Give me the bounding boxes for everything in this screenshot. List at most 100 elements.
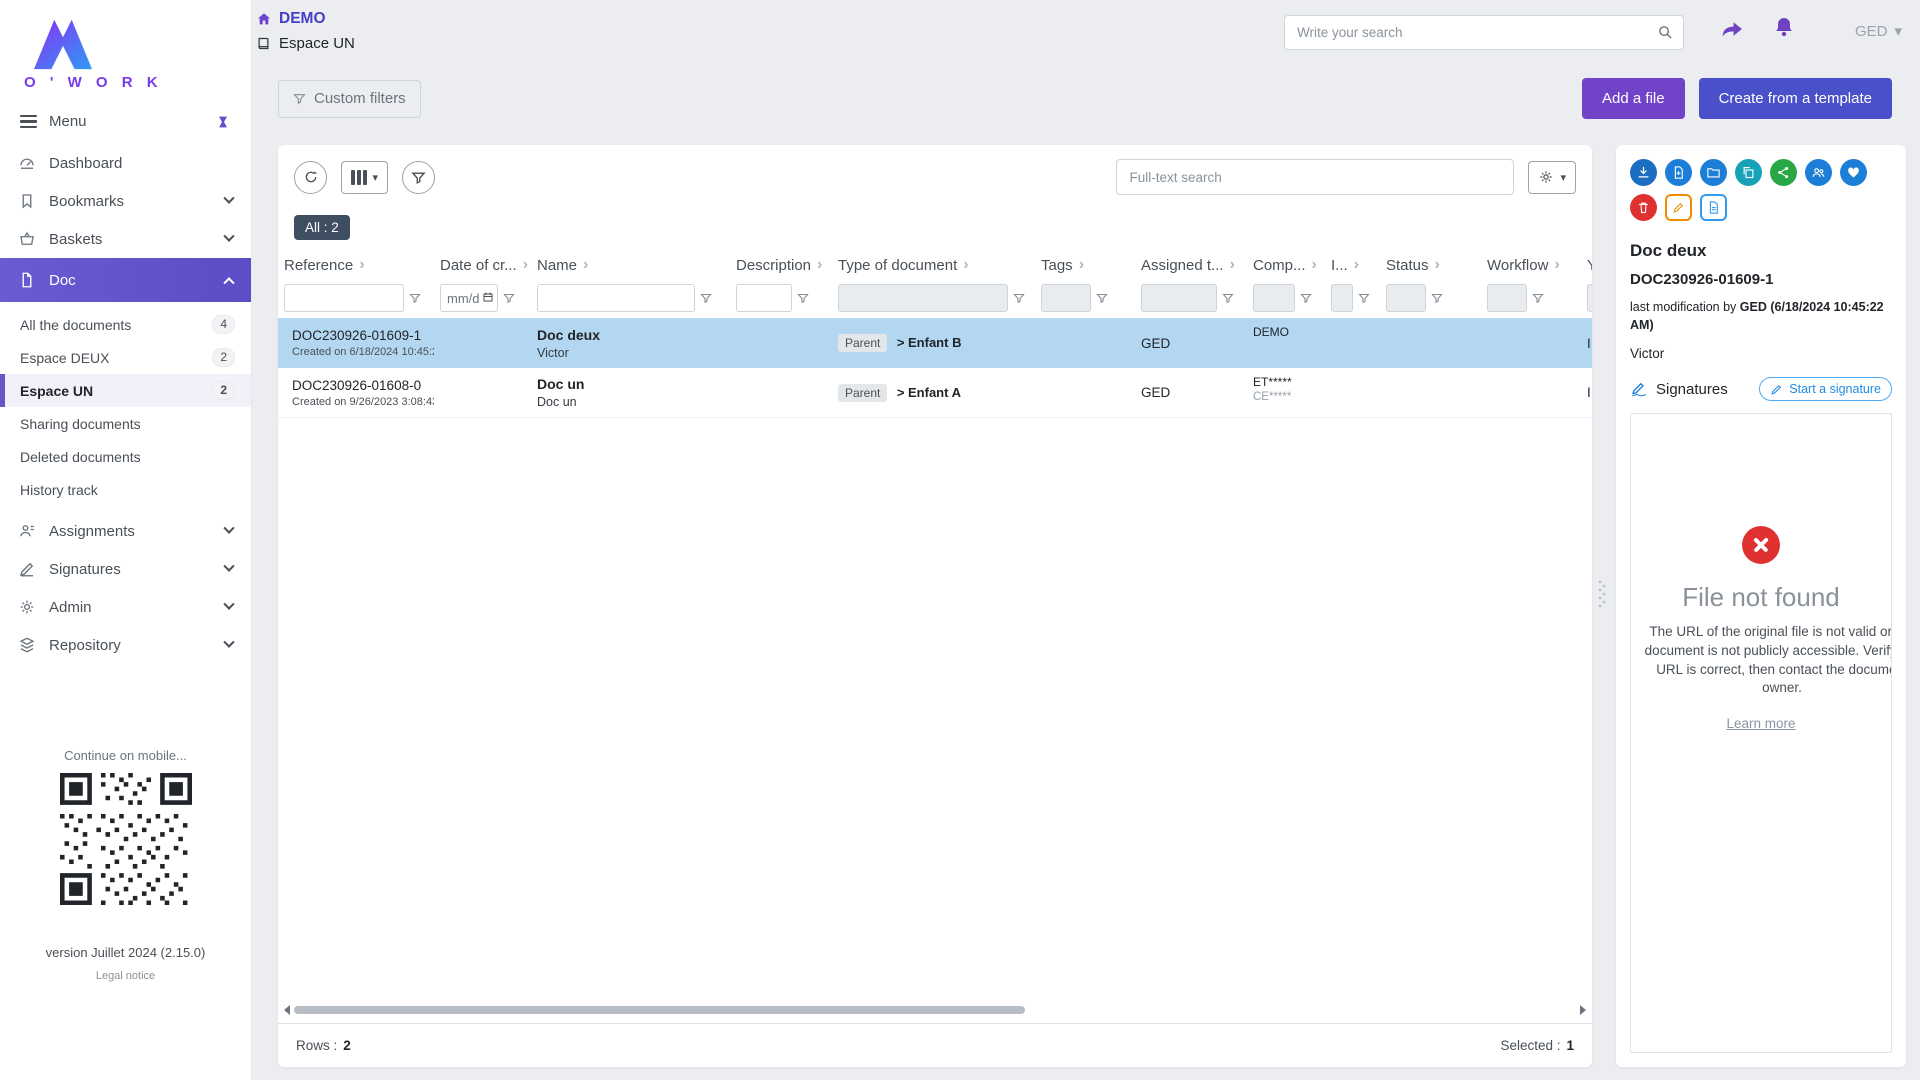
notifications-bell-icon[interactable]	[1772, 15, 1796, 39]
sidebar-subitem-history-track[interactable]: History track	[0, 473, 251, 506]
column-header-y[interactable]: Y...	[1581, 252, 1592, 278]
user-menu[interactable]: GED ▾	[1855, 22, 1902, 40]
table-row[interactable]: DOC230926-01608-0 Created on 9/26/2023 3…	[278, 368, 1592, 418]
sort-icon[interactable]: ›	[359, 256, 364, 274]
filter-funnel-icon[interactable]	[1532, 292, 1544, 304]
sidebar-item-dashboard[interactable]: Dashboard	[0, 144, 251, 182]
filter-funnel-icon[interactable]	[797, 292, 809, 304]
properties-button[interactable]	[1700, 194, 1727, 221]
sidebar-item-admin[interactable]: Admin	[0, 588, 251, 626]
add-file-button[interactable]: Add a file	[1582, 78, 1685, 119]
sidebar-subitem-espace-un[interactable]: Espace UN 2	[0, 374, 251, 407]
hamburger-menu-icon[interactable]	[20, 115, 37, 129]
column-header-status[interactable]: Status›	[1380, 252, 1481, 278]
date-filter-input[interactable]	[440, 284, 498, 312]
workflow-filter-input[interactable]	[1487, 284, 1527, 312]
legal-notice-link[interactable]: Legal notice	[96, 970, 155, 982]
type-filter-input[interactable]	[838, 284, 1008, 312]
sort-icon[interactable]: ›	[1554, 256, 1559, 274]
sidebar-subitem-espace-deux[interactable]: Espace DEUX 2	[0, 341, 251, 374]
company-filter-input[interactable]	[1253, 284, 1295, 312]
filter-funnel-icon[interactable]	[1300, 292, 1312, 304]
description-filter-input[interactable]	[736, 284, 792, 312]
filter-funnel-icon[interactable]	[409, 292, 421, 304]
workspace-crumb[interactable]: DEMO	[256, 10, 355, 28]
start-signature-button[interactable]: Start a signature	[1759, 377, 1892, 401]
sort-icon[interactable]: ›	[1435, 256, 1440, 274]
filter-funnel-icon[interactable]	[700, 292, 712, 304]
sidebar-item-doc[interactable]: Doc	[0, 258, 251, 302]
column-header-company[interactable]: Comp...›	[1247, 252, 1325, 278]
edit-button[interactable]	[1665, 194, 1692, 221]
learn-more-link[interactable]: Learn more	[1726, 716, 1795, 731]
download-button[interactable]	[1630, 159, 1657, 186]
column-header-tags[interactable]: Tags›	[1035, 252, 1135, 278]
column-header-name[interactable]: Name›	[531, 252, 730, 278]
favorite-heart-button[interactable]	[1840, 159, 1867, 186]
mobile-hint: Continue on mobile...	[0, 748, 251, 763]
users-button[interactable]	[1805, 159, 1832, 186]
sort-icon[interactable]: ›	[1312, 256, 1317, 274]
filter-funnel-icon[interactable]	[1431, 292, 1443, 304]
pin-sidebar-icon[interactable]	[215, 114, 231, 130]
sort-icon[interactable]: ›	[1079, 256, 1084, 274]
column-header-i[interactable]: I...›	[1325, 252, 1380, 278]
filter-funnel-icon[interactable]	[1358, 292, 1370, 304]
table-settings-button[interactable]: ▾	[1528, 161, 1576, 194]
columns-button[interactable]: ▾	[341, 161, 388, 194]
i-filter-input[interactable]	[1331, 284, 1353, 312]
name-filter-input[interactable]	[537, 284, 695, 312]
tags-filter-input[interactable]	[1041, 284, 1091, 312]
sidebar-item-bookmarks[interactable]: Bookmarks	[0, 182, 251, 220]
column-header-type[interactable]: Type of document›	[832, 252, 1035, 278]
sort-icon[interactable]: ›	[1354, 256, 1359, 274]
filter-funnel-icon[interactable]	[503, 292, 515, 304]
horizontal-scrollbar[interactable]	[284, 1003, 1586, 1017]
filter-funnel-icon[interactable]	[1222, 292, 1234, 304]
share-button[interactable]	[1720, 17, 1745, 42]
sidebar-item-signatures[interactable]: Signatures	[0, 550, 251, 588]
sort-icon[interactable]: ›	[583, 256, 588, 274]
sidebar-item-repository[interactable]: Repository	[0, 626, 251, 664]
filters-button[interactable]	[402, 161, 435, 194]
table-row[interactable]: DOC230926-01609-1 Created on 6/18/2024 1…	[278, 318, 1592, 368]
refresh-button[interactable]	[294, 161, 327, 194]
fulltext-search-input[interactable]	[1116, 159, 1514, 195]
scroll-right-arrow[interactable]	[1580, 1005, 1586, 1015]
sort-icon[interactable]: ›	[523, 256, 528, 274]
scroll-left-arrow[interactable]	[284, 1005, 290, 1015]
sidebar-subitem-sharing-documents[interactable]: Sharing documents	[0, 407, 251, 440]
sidebar-item-assignments[interactable]: Assignments	[0, 512, 251, 550]
filter-funnel-icon[interactable]	[1096, 292, 1108, 304]
status-filter-input[interactable]	[1386, 284, 1426, 312]
column-header-date[interactable]: Date of cr...›	[434, 252, 531, 278]
sort-icon[interactable]: ›	[963, 256, 968, 274]
sort-icon[interactable]: ›	[817, 256, 822, 274]
sidebar-subitem-deleted-documents[interactable]: Deleted documents	[0, 440, 251, 473]
reference-filter-input[interactable]	[284, 284, 404, 312]
custom-filters-button[interactable]: Custom filters	[278, 80, 421, 118]
scrollbar-track[interactable]	[294, 1005, 1576, 1015]
search-icon[interactable]	[1657, 24, 1674, 41]
column-header-description[interactable]: Description›	[730, 252, 832, 278]
create-from-template-button[interactable]: Create from a template	[1699, 78, 1892, 119]
open-folder-button[interactable]	[1700, 159, 1727, 186]
column-header-reference[interactable]: Reference›	[278, 252, 434, 278]
filter-funnel-icon[interactable]	[1013, 292, 1025, 304]
column-header-assigned[interactable]: Assigned t...›	[1135, 252, 1247, 278]
global-search-input[interactable]	[1284, 15, 1684, 50]
delete-button[interactable]	[1630, 194, 1657, 221]
panel-resize-handle[interactable]	[1598, 578, 1606, 610]
y-filter-input[interactable]	[1587, 284, 1592, 312]
new-version-button[interactable]	[1665, 159, 1692, 186]
share-nodes-button[interactable]	[1770, 159, 1797, 186]
column-header-workflow[interactable]: Workflow›	[1481, 252, 1581, 278]
sort-icon[interactable]: ›	[1230, 256, 1235, 274]
tab-all[interactable]: All : 2	[294, 215, 350, 240]
assigned-filter-input[interactable]	[1141, 284, 1217, 312]
copy-button[interactable]	[1735, 159, 1762, 186]
sidebar-item-baskets[interactable]: Baskets	[0, 220, 251, 258]
space-crumb[interactable]: Espace UN	[256, 35, 355, 52]
sidebar-subitem-all-documents[interactable]: All the documents 4	[0, 308, 251, 341]
scrollbar-thumb[interactable]	[294, 1006, 1025, 1014]
